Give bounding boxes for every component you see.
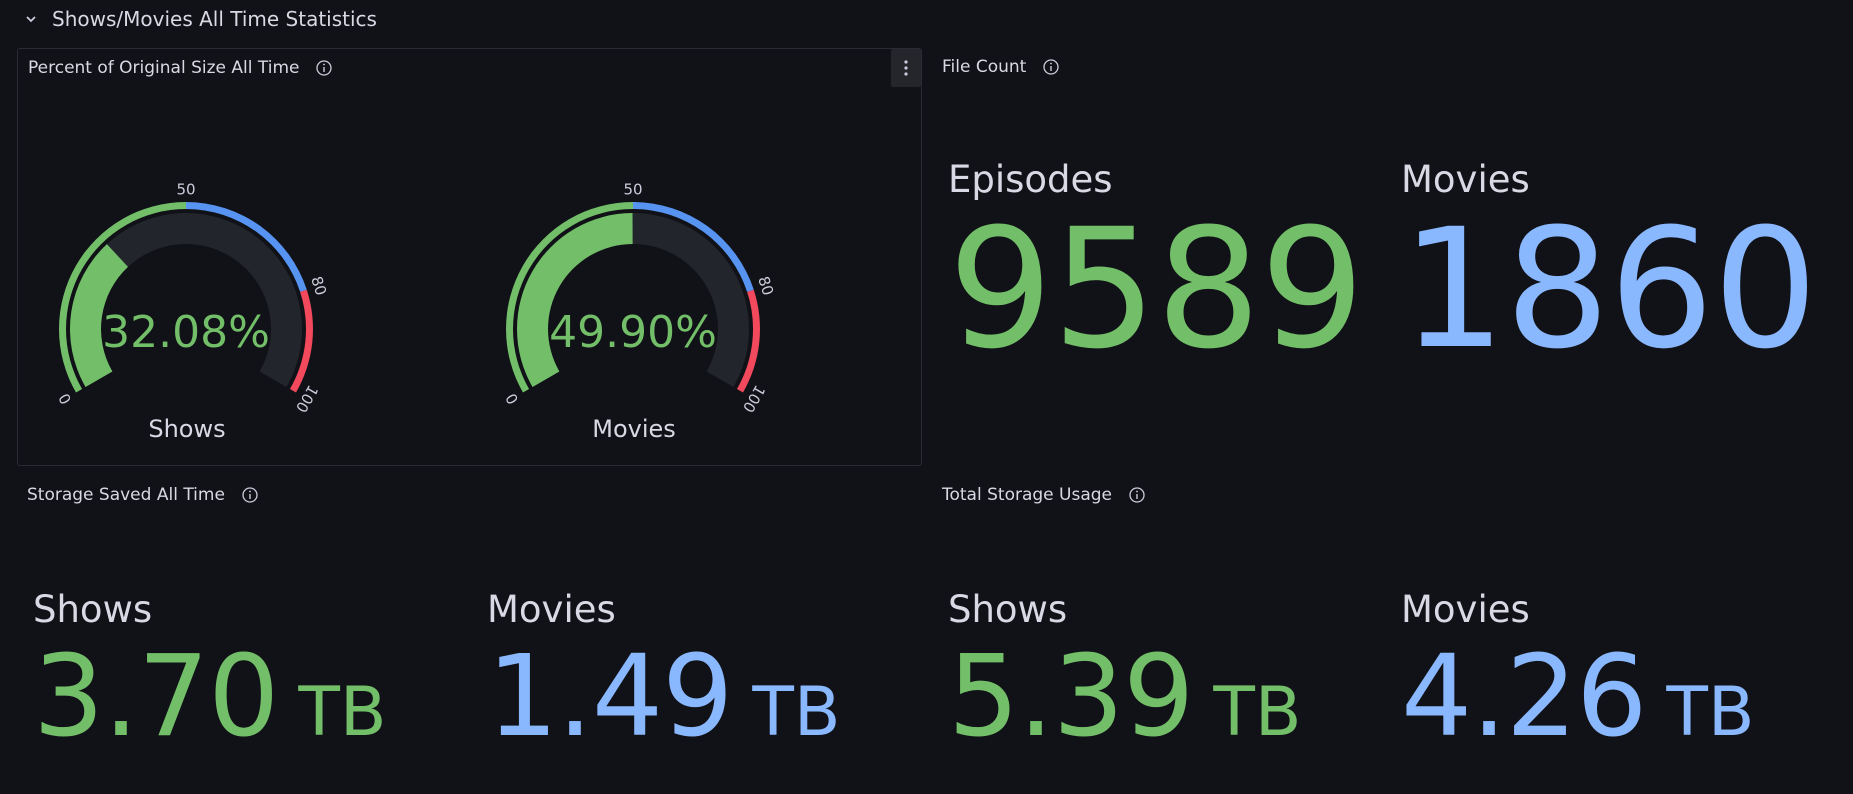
gauge-label-movies: Movies — [592, 415, 676, 443]
file-count-title: File Count — [942, 57, 1027, 77]
stat-unit: TB — [1666, 673, 1755, 752]
percent-panel-title: Percent of Original Size All Time — [28, 58, 300, 78]
panel-title: Storage Saved All Time — [27, 482, 259, 508]
info-icon[interactable] — [1042, 58, 1060, 76]
stat-value: 4.26 TB — [1401, 641, 1755, 753]
percent-panel: Percent of Original Size All Time 0 50 80 1… — [17, 48, 922, 466]
panel-menu-button[interactable] — [891, 49, 921, 87]
stat-number: 1.49 — [487, 632, 733, 762]
stat-value: 1.49 TB — [487, 641, 841, 753]
panel-title: Percent of Original Size All Time — [28, 55, 333, 81]
stat-label: Movies — [1401, 588, 1530, 631]
gauge-shows: 0508010032.08% — [55, 181, 330, 416]
file-count-panel: File Count Episodes 9589 Movies 1860 — [932, 48, 1837, 466]
stat-shows: Shows 3.70 TB — [33, 588, 387, 753]
stat-movies: Movies 1860 — [1401, 158, 1818, 385]
kebab-menu-icon — [904, 60, 908, 76]
stat-value: 1860 — [1401, 193, 1818, 385]
info-icon[interactable] — [1128, 486, 1146, 504]
stat-label: Movies — [487, 588, 616, 631]
chevron-down-icon[interactable] — [24, 12, 38, 26]
info-icon[interactable] — [241, 486, 259, 504]
row-title: Shows/Movies All Time Statistics — [52, 7, 377, 31]
stat-unit: TB — [298, 673, 387, 752]
stat-label: Shows — [33, 588, 153, 631]
panel-title: File Count — [942, 54, 1060, 80]
stat-movies: Movies 4.26 TB — [1401, 588, 1755, 753]
stat-shows: Shows 5.39 TB — [948, 588, 1302, 753]
gauge-tick-label: 50 — [176, 181, 195, 199]
stat-value: 3.70 TB — [33, 641, 387, 753]
stat-number: 5.39 — [948, 632, 1194, 762]
row-header[interactable]: Shows/Movies All Time Statistics — [24, 4, 377, 34]
stat-unit: TB — [752, 673, 841, 752]
panel-title: Total Storage Usage — [942, 482, 1146, 508]
gauge-value-text: 49.90% — [549, 307, 717, 358]
stat-label: Shows — [948, 588, 1068, 631]
storage-saved-title: Storage Saved All Time — [27, 485, 225, 505]
stat-unit: TB — [1213, 673, 1302, 752]
gauge-label-shows: Shows — [148, 415, 226, 443]
stat-number: 3.70 — [33, 632, 279, 762]
stat-episodes: Episodes 9589 — [948, 158, 1365, 385]
total-storage-panel: Total Storage Usage Shows 5.39 TB Movies … — [932, 476, 1837, 794]
gauge-movies: 0508010049.90% — [502, 181, 777, 416]
stat-value: 5.39 TB — [948, 641, 1302, 753]
gauge-value-arc — [517, 213, 633, 387]
gauge-tick-label: 80 — [754, 274, 777, 298]
total-storage-title: Total Storage Usage — [942, 485, 1112, 505]
gauge-value-text: 32.08% — [102, 307, 270, 358]
gauge-tick-label: 0 — [502, 390, 522, 407]
stat-value: 9589 — [948, 193, 1365, 385]
gauge-tick-label: 80 — [307, 274, 330, 298]
stat-movies: Movies 1.49 TB — [487, 588, 841, 753]
gauge-tick-label: 0 — [55, 390, 75, 407]
stat-number: 4.26 — [1401, 632, 1647, 762]
info-icon[interactable] — [315, 59, 333, 77]
gauge-tick-label: 50 — [623, 181, 642, 199]
storage-saved-panel: Storage Saved All Time Shows 3.70 TB Movi… — [17, 476, 922, 794]
